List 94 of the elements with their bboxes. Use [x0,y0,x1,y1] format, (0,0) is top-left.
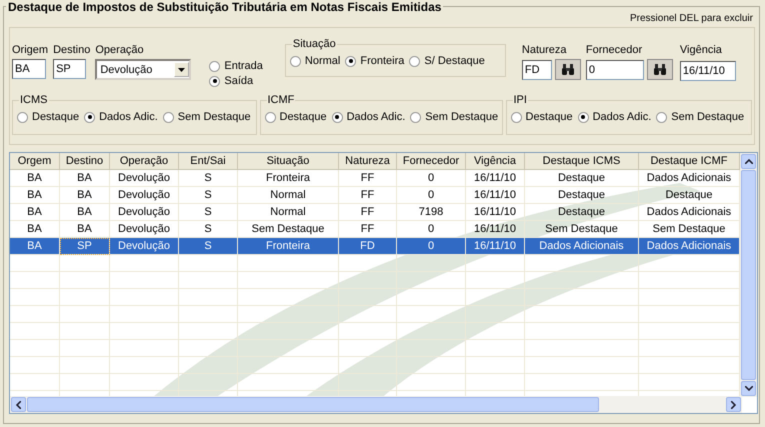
scroll-down-icon[interactable] [741,381,756,396]
scroll-thumb[interactable] [741,170,756,380]
table-row[interactable]: BA BA Devolução S Normal FF 7198 16/11/10 Destaque Dados Adicionais [10,204,740,221]
table-cell: Devolução [110,187,179,204]
radio-button[interactable]: Destaque [17,111,80,123]
column-header[interactable]: Ent/Sai [179,153,238,170]
table-cell: Destaque [525,204,639,221]
table-cell: Normal [238,187,339,204]
table-cell: 16/11/10 [466,204,525,221]
radio-button[interactable]: Dados Adic. [84,111,158,123]
radio-button[interactable]: Destaque [264,111,327,123]
table-cell: BA [60,204,110,221]
table-cell: 16/11/10 [466,187,525,204]
group-title: ICMS [19,94,48,106]
column-header[interactable]: Destino [60,153,110,170]
nature-field[interactable]: FD [522,60,552,80]
table-cell: Fronteira [238,238,339,255]
destination-field[interactable]: SP [53,59,86,79]
table-cell: Dados Adicionais [525,238,639,255]
radio-button[interactable]: Dados Adic. [332,111,406,123]
table-cell: S [179,187,238,204]
radio-button[interactable]: Entrada [209,60,263,72]
table-cell: Devolução [110,170,179,187]
binoculars-icon [562,64,574,75]
field-label: Origem [12,44,48,56]
selected-row[interactable]: BA SP Devolução S Fronteira FD 0 16/11/10 Dados Adicionais Dados Adicionais [10,238,740,255]
column-header[interactable]: Orgem [10,153,60,170]
field-label: Natureza [522,44,568,56]
radio-button[interactable]: Normal [290,55,340,67]
table-cell: BA [10,170,60,187]
table-cell: FF [339,187,397,204]
table-cell: 16/11/10 [466,238,525,255]
column-header[interactable]: Fornecedor [397,153,466,170]
horizontal-scrollbar[interactable] [10,396,742,413]
operation-dropdown[interactable]: Devolução [95,59,192,80]
table-cell: Fronteira [238,170,339,187]
binoculars-icon [654,64,666,75]
table-cell: BA [10,238,60,255]
scroll-right-icon[interactable] [726,397,741,412]
window-title: Destaque de Impostos de Substituição Tributária em Notas Fiscais Emitidas [8,0,442,14]
radio-button[interactable]: Sem Destaque [410,111,498,123]
field-label: Vigência [680,44,723,56]
radio-button[interactable]: Sem Destaque [656,111,744,123]
table-cell: Normal [238,204,339,221]
column-header[interactable]: Natureza [339,153,397,170]
table-cell: 0 [397,170,466,187]
group-title: Situação [292,38,337,50]
table-cell: FF [339,170,397,187]
group-title: IPI [512,94,528,106]
radio-button[interactable]: Dados Adic. [578,111,652,123]
table-cell: Devolução [110,238,179,255]
field-label: Destino [53,44,90,56]
table-row[interactable]: BA BA Devolução S Fronteira FF 0 16/11/10 Destaque Dados Adicionais [10,170,740,187]
column-header[interactable]: Operação [110,153,179,170]
group-title: ICMF [266,94,296,106]
scroll-left-icon[interactable] [11,397,26,412]
search-button[interactable] [646,59,673,80]
column-header[interactable]: Destaque ICMF [639,153,740,170]
column-header[interactable]: Destaque ICMS [525,153,639,170]
table-cell: 0 [397,238,466,255]
date-field[interactable]: 16/11/10 [680,61,736,81]
search-button[interactable] [554,59,581,80]
table-cell: FF [339,204,397,221]
table-cell: BA [60,170,110,187]
table-cell: BA [10,204,60,221]
column-header[interactable]: Situação [238,153,339,170]
table-cell: S [179,170,238,187]
origin-field[interactable]: BA [12,59,46,79]
radio-button[interactable]: Saída [209,75,263,87]
table-cell: Destaque [525,187,639,204]
radio-button[interactable]: Destaque [510,111,573,123]
radio-button[interactable]: Fronteira [345,55,404,67]
table-cell: Devolução [110,204,179,221]
field-label: Fornecedor [586,44,644,56]
hint-text: Pressionel DEL para excluir [630,13,753,24]
table-cell: 16/11/10 [466,170,525,187]
table-cell: S [179,204,238,221]
field-label: Operação [95,44,145,56]
radio-button[interactable]: Sem Destaque [162,111,251,123]
table-cell: FD [339,238,397,255]
table-cell: SP [60,238,110,255]
vertical-scrollbar[interactable] [740,153,757,397]
table-cell: BA [60,187,110,204]
table-cell: 0 [397,187,466,204]
scroll-thumb[interactable] [27,397,599,412]
table-cell: BA [10,187,60,204]
radio-button[interactable]: S/ Destaque [409,55,485,67]
column-header[interactable]: Vigência [466,153,525,170]
table-row[interactable]: BA BA Devolução S Normal FF 0 16/11/10 Destaque Destaque [10,187,740,204]
supplier-field[interactable]: 0 [586,60,644,80]
table-cell: Destaque [525,170,639,187]
scroll-up-icon[interactable] [741,154,756,169]
table-cell: 7198 [397,204,466,221]
table-cell: S [179,238,238,255]
